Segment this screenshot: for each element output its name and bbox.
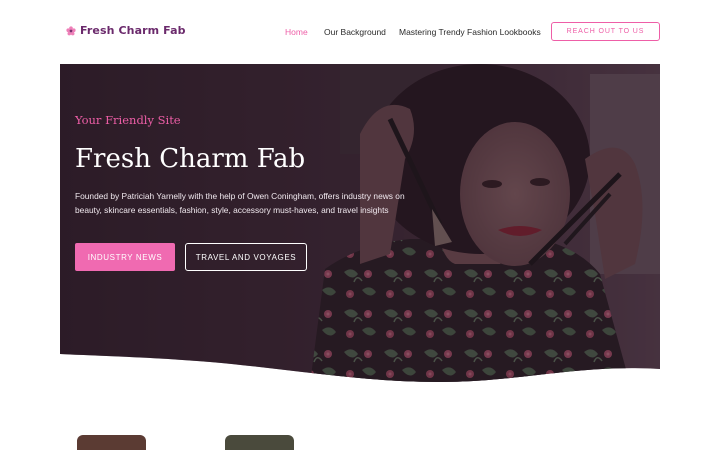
site-header: Fresh Charm Fab Home Our Background Mast… bbox=[0, 0, 720, 64]
brand-logo[interactable]: Fresh Charm Fab bbox=[66, 24, 186, 37]
card-image[interactable] bbox=[225, 435, 294, 450]
hero-eyebrow: Your Friendly Site bbox=[75, 113, 181, 127]
travel-and-voyages-button[interactable]: TRAVEL AND VOYAGES bbox=[185, 243, 307, 271]
reach-out-button[interactable]: REACH OUT TO US bbox=[551, 22, 660, 41]
nav-home[interactable]: Home bbox=[285, 27, 308, 37]
hero-content: Your Friendly Site Fresh Charm Fab Found… bbox=[75, 64, 475, 364]
industry-news-button[interactable]: INDUSTRY NEWS bbox=[75, 243, 175, 271]
hero-description: Founded by Patriciah Yarnelly with the h… bbox=[75, 191, 405, 215]
nav-our-background[interactable]: Our Background bbox=[324, 27, 386, 37]
brand-name: Fresh Charm Fab bbox=[80, 24, 186, 37]
hero-title: Fresh Charm Fab bbox=[75, 144, 306, 174]
flower-icon bbox=[66, 25, 76, 35]
card-image[interactable] bbox=[77, 435, 146, 450]
nav-mastering-trendy-fashion-lookbooks[interactable]: Mastering Trendy Fashion Lookbooks bbox=[399, 27, 541, 37]
